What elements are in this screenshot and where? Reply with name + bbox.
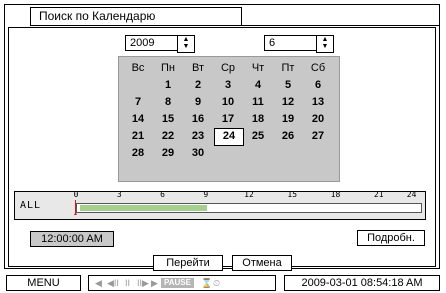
week-row: 21 22 23 24 25 26 27 xyxy=(119,128,341,146)
backup-icon: ⌛ xyxy=(201,278,213,288)
calendar-day[interactable]: 29 xyxy=(154,145,182,161)
calendar-day[interactable]: 5 xyxy=(274,77,302,93)
chevron-up-icon[interactable]: ▲ xyxy=(178,36,194,43)
weekday-header-row: Вс Пн Вт Ср Чт Пт Сб xyxy=(119,60,341,76)
calendar-day[interactable] xyxy=(214,145,242,161)
month-spinner[interactable]: 6 ▲ ▼ xyxy=(264,35,334,53)
month-value: 6 xyxy=(269,37,276,49)
clock-icon: ⏲ xyxy=(213,278,221,288)
weekday-sun: Вс xyxy=(131,62,145,74)
calendar-day[interactable]: 21 xyxy=(124,128,152,144)
calendar-day[interactable]: 15 xyxy=(154,111,182,127)
calendar-day[interactable]: 3 xyxy=(214,77,242,93)
step-back-icon[interactable]: ◀II xyxy=(107,276,119,290)
pause-badge: PAUSE xyxy=(161,278,194,288)
timeline-ticks: 0 3 6 9 12 15 18 21 24 xyxy=(74,190,422,200)
calendar-day[interactable]: 1 xyxy=(154,77,182,93)
calendar-day[interactable]: 13 xyxy=(304,94,332,110)
week-row: 28 29 30 xyxy=(119,145,341,161)
calendar-day[interactable]: 10 xyxy=(214,94,242,110)
chevron-up-icon[interactable]: ▲ xyxy=(317,36,333,43)
calendar-day[interactable]: 14 xyxy=(124,111,152,127)
menu-button[interactable]: MENU xyxy=(6,275,81,291)
timeline-tick: 0 xyxy=(73,190,79,199)
calendar-day[interactable]: 19 xyxy=(274,111,302,127)
timeline-tick: 3 xyxy=(116,190,122,199)
pause-icon[interactable]: II xyxy=(125,276,130,290)
weekday-tue: Вт xyxy=(191,62,204,74)
calendar-day[interactable] xyxy=(304,145,332,161)
timeline-tick: 15 xyxy=(287,190,298,199)
week-row: 1 2 3 4 5 6 xyxy=(119,77,341,93)
calendar-day[interactable]: 7 xyxy=(124,94,152,110)
timeline-tick: 12 xyxy=(244,190,254,199)
calendar-day[interactable]: 22 xyxy=(154,128,182,144)
calendar-day[interactable]: 16 xyxy=(184,111,212,127)
calendar-day[interactable] xyxy=(244,145,272,161)
calendar-day[interactable] xyxy=(274,145,302,161)
calendar-day[interactable]: 6 xyxy=(304,77,332,93)
calendar-grid: Вс Пн Вт Ср Чт Пт Сб 1 2 3 4 5 6 7 8 9 1… xyxy=(118,56,340,182)
year-spinner[interactable]: 2009 ▲ ▼ xyxy=(125,35,195,53)
time-display: 12:00:00 AM xyxy=(30,231,114,247)
timeline-channel-label: ALL xyxy=(20,200,42,211)
calendar-day[interactable]: 18 xyxy=(244,111,272,127)
datetime-display: 2009-03-01 08:54:18 AM xyxy=(284,275,440,291)
year-value: 2009 xyxy=(130,37,155,49)
calendar-day[interactable]: 28 xyxy=(124,145,152,161)
calendar-day[interactable]: 27 xyxy=(304,128,332,144)
chevron-down-icon[interactable]: ▼ xyxy=(178,43,194,50)
weekday-fri: Пт xyxy=(281,62,295,74)
cancel-button[interactable]: Отмена xyxy=(232,255,292,271)
recorded-segment[interactable] xyxy=(80,205,207,211)
year-spin-buttons[interactable]: ▲ ▼ xyxy=(177,35,195,53)
timeline-cursor[interactable] xyxy=(74,200,77,215)
step-forward-icon[interactable]: II▶ xyxy=(137,276,149,290)
timeline-tick: 6 xyxy=(160,190,165,199)
calendar-day[interactable]: 2 xyxy=(184,77,212,93)
calendar-day[interactable]: 4 xyxy=(244,77,272,93)
calendar-day[interactable]: 26 xyxy=(274,128,302,144)
title-divider xyxy=(242,25,440,26)
calendar-day[interactable]: 9 xyxy=(184,94,212,110)
weekday-thu: Чт xyxy=(251,62,265,74)
week-row: 14 15 16 17 18 19 20 xyxy=(119,111,341,127)
timeline-tick: 18 xyxy=(330,190,341,199)
calendar-day-selected[interactable]: 24 xyxy=(214,128,244,146)
week-row: 7 8 9 10 11 12 13 xyxy=(119,94,341,110)
calendar-day[interactable] xyxy=(124,77,152,93)
timeline-tick: 21 xyxy=(373,190,384,199)
dialog-title: Поиск по Календарю xyxy=(30,7,242,26)
timeline-tick: 24 xyxy=(406,190,417,199)
rewind-icon[interactable]: ◀ xyxy=(95,276,102,290)
details-button[interactable]: Подробн. xyxy=(357,230,425,246)
weekday-sat: Сб xyxy=(310,62,326,74)
calendar-day[interactable]: 17 xyxy=(214,111,242,127)
calendar-day[interactable]: 25 xyxy=(244,128,272,144)
weekday-wed: Ср xyxy=(220,62,236,74)
calendar-day[interactable]: 30 xyxy=(184,145,212,161)
calendar-day[interactable]: 20 xyxy=(304,111,332,127)
weekday-mon: Пн xyxy=(161,62,175,74)
calendar-day[interactable]: 23 xyxy=(184,128,212,144)
month-spin-buttons[interactable]: ▲ ▼ xyxy=(316,35,334,53)
calendar-day[interactable]: 11 xyxy=(244,94,272,110)
calendar-day[interactable]: 12 xyxy=(274,94,302,110)
calendar-day[interactable]: 8 xyxy=(154,94,182,110)
goto-button[interactable]: Перейти xyxy=(153,255,223,271)
chevron-down-icon[interactable]: ▼ xyxy=(317,43,333,50)
play-icon[interactable]: ▶ xyxy=(151,276,158,290)
timeline-tick: 9 xyxy=(203,190,209,199)
playback-controls: ◀ ◀II II II▶ ▶ PAUSE ⌛ ⏲ xyxy=(88,275,276,291)
